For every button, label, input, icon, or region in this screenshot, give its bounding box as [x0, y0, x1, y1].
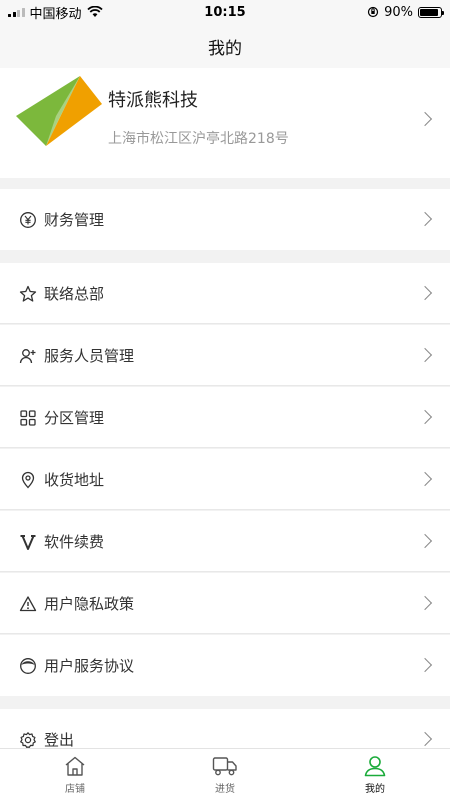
page-title: 我的 [208, 38, 242, 59]
profile-card[interactable]: 特派熊科技 上海市松江区沪亭北路218号 [0, 68, 450, 178]
battery-fill [420, 8, 438, 16]
menu-item-label: 财务管理 [44, 211, 105, 229]
gear-icon [18, 730, 38, 750]
profile-icon [364, 755, 386, 776]
user-add-icon [18, 346, 38, 366]
menu-item-label: 用户服务协议 [44, 657, 135, 675]
user-avatar-icon [18, 656, 38, 676]
chevron-right-icon [417, 657, 433, 673]
chevron-right-icon [417, 533, 433, 549]
v-icon [18, 532, 38, 552]
warning-triangle-icon [18, 594, 38, 614]
menu-item-zone-management[interactable]: 分区管理 [0, 387, 450, 448]
location-pin-icon [18, 470, 38, 490]
menu-item-label: 收货地址 [44, 471, 105, 489]
tab-purchase[interactable]: 进货 [150, 749, 300, 800]
profile-text: 特派熊科技 上海市松江区沪亭北路218号 [108, 86, 289, 148]
star-icon [18, 284, 38, 304]
battery-percent: 90% [384, 4, 413, 20]
tab-label: 我的 [365, 783, 385, 795]
menu-item-service-staff[interactable]: 服务人员管理 [0, 325, 450, 386]
status-right: 90% [367, 4, 444, 20]
truck-icon [212, 756, 237, 775]
menu-item-finance[interactable]: 财务管理 [0, 189, 450, 250]
chevron-right-icon [417, 471, 433, 487]
menu-item-privacy-policy[interactable]: 用户隐私政策 [0, 573, 450, 634]
company-logo [16, 76, 102, 146]
chevron-right-icon [417, 409, 433, 425]
menu-item-label: 联络总部 [44, 285, 105, 303]
signal-icon [8, 7, 25, 17]
menu-item-label: 软件续费 [44, 533, 105, 551]
tab-bar: 店铺 进货 我的 [0, 748, 450, 800]
yuan-circle-icon [18, 210, 38, 230]
battery-icon [418, 6, 444, 18]
tab-mine[interactable]: 我的 [300, 749, 450, 800]
chevron-right-icon [417, 347, 433, 363]
chevron-right-icon [417, 285, 433, 301]
menu-item-label: 分区管理 [44, 409, 105, 427]
company-address: 上海市松江区沪亭北路218号 [108, 131, 289, 147]
status-bar: 中国移动 10:15 90% [0, 0, 450, 24]
menu-item-contact-hq[interactable]: 联络总部 [0, 263, 450, 324]
menu-item-service-agreement[interactable]: 用户服务协议 [0, 635, 450, 696]
tab-store[interactable]: 店铺 [0, 749, 150, 800]
menu-item-label: 用户隐私政策 [44, 595, 135, 613]
chevron-right-icon [417, 211, 433, 227]
tab-label: 进货 [215, 783, 235, 795]
chevron-right-icon [417, 595, 433, 611]
status-left: 中国移动 [8, 3, 103, 22]
company-name: 特派熊科技 [108, 90, 198, 111]
home-icon [65, 756, 85, 776]
menu-item-shipping-address[interactable]: 收货地址 [0, 449, 450, 510]
menu-item-label: 登出 [44, 731, 75, 749]
tab-label: 店铺 [65, 783, 85, 795]
nav-bar: 我的 [0, 24, 450, 68]
chevron-right-icon [417, 111, 433, 127]
orientation-lock-icon [367, 6, 379, 18]
menu-item-label: 服务人员管理 [44, 347, 135, 365]
chevron-right-icon [417, 731, 433, 747]
carrier-name: 中国移动 [29, 6, 82, 22]
wifi-icon [86, 6, 103, 17]
menu-item-software-renewal[interactable]: 软件续费 [0, 511, 450, 572]
grid-icon [18, 408, 38, 428]
